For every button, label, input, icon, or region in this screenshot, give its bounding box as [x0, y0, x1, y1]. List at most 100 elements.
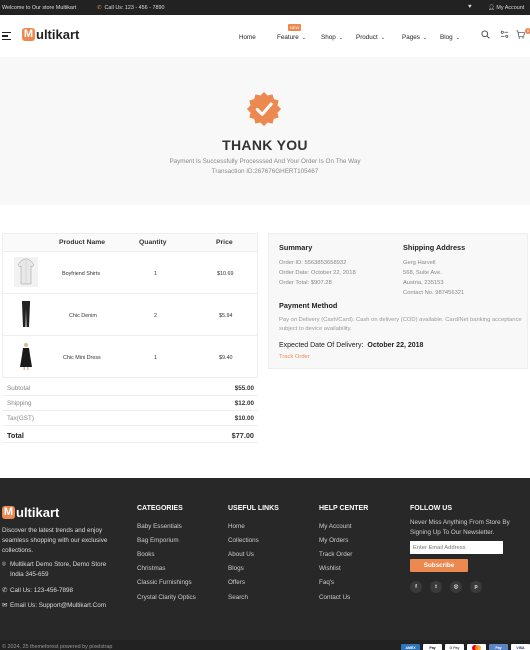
footer-help-link[interactable]: Faq's [319, 579, 334, 586]
mail-icon: ✉ [2, 602, 8, 609]
pinterest-icon[interactable]: p [470, 581, 482, 593]
nav-shop[interactable]: Shop ⌄ [321, 34, 343, 41]
instagram-icon[interactable]: ◎ [450, 581, 462, 593]
footer-useful-link[interactable]: Home [228, 523, 245, 530]
new-badge: NEW [288, 24, 302, 31]
apple-pay-icon: Pay [423, 644, 442, 650]
header: M ultikart Home NEW Feature ⌄ Shop ⌄ Produ… [0, 15, 530, 57]
footer-useful-link[interactable]: Blogs [228, 565, 244, 572]
footer-help-link[interactable]: My Account [319, 523, 352, 530]
payment-message: Payment Is Successfully Processsed And Y… [169, 158, 361, 165]
order-total: Order Total: $907.28 [279, 280, 332, 286]
shipping-row: Shipping $12.00 [2, 396, 258, 411]
address-name: Gerg Harvell [403, 260, 436, 266]
total-value: $77.00 [231, 431, 254, 440]
settings-icon[interactable] [500, 30, 509, 41]
nav-pages[interactable]: Pages ⌄ [402, 34, 427, 41]
tax-row: Tax(GST) $10.00 [2, 411, 258, 426]
chevron-down-icon: ⌄ [338, 35, 343, 41]
wishlist-heart-icon[interactable]: ♥ [468, 4, 472, 10]
footer-help-link[interactable]: My Orders [319, 537, 348, 544]
nav-blog[interactable]: Blog ⌄ [440, 34, 460, 41]
thank-you-title: THANK YOU [222, 137, 308, 153]
newsletter-email-input[interactable] [410, 541, 503, 554]
payment-method-text: Pay on Delivery (Cash/Card). Cash on del… [279, 317, 522, 332]
facebook-icon[interactable]: f [410, 581, 422, 593]
footer-category-link[interactable]: Baby Essentials [137, 523, 182, 530]
categories-title: CATEGORIES [137, 505, 183, 512]
expected-delivery-label: Expected Date Of Delivery: [279, 342, 364, 349]
table-row: Chic Denim 2 $5.94 [2, 294, 258, 336]
footer-useful-link[interactable]: Collections [228, 537, 259, 544]
footer-category-link[interactable]: Books [137, 551, 155, 558]
total-row: Total $77.00 [2, 428, 258, 443]
subtotal-value: $55.00 [234, 385, 254, 392]
top-bar: Welcome to Our store Multikart ✆ Call Us:… [0, 0, 530, 15]
nav-product[interactable]: Product ⌄ [356, 34, 385, 41]
footer-useful-link[interactable]: About Us [228, 551, 254, 558]
transaction-id: Transaction ID:267676GHERT105467 [211, 168, 319, 175]
footer: M ultikart Discover the latest trends an… [0, 478, 530, 650]
product-name[interactable]: Chic Denim [69, 313, 97, 319]
nav-shop-label: Shop [321, 34, 336, 41]
twitter-icon[interactable]: t [430, 581, 442, 593]
location-pin-icon: ⌾ [2, 561, 6, 568]
footer-phone: ✆ Call Us: 123-456-7898 [2, 586, 73, 596]
logo-mark[interactable]: M [22, 28, 35, 41]
footer-category-link[interactable]: Crystal Clarity Optics [137, 594, 196, 601]
nav-home[interactable]: Home [239, 34, 256, 41]
phone-icon: ✆ [97, 5, 102, 11]
table-row: Chic Mini Dress 1 $9.40 [2, 336, 258, 378]
visa-icon: VISA [511, 644, 530, 650]
nav-pages-label: Pages [402, 34, 420, 41]
footer-logo-text[interactable]: ultikart [16, 505, 59, 520]
nav-blog-label: Blog [440, 34, 453, 41]
footer-help-link[interactable]: Wishlist [319, 565, 341, 572]
chevron-down-icon: ⌄ [422, 35, 428, 41]
chevron-down-icon: ⌄ [455, 35, 460, 41]
newsletter-text: Never Miss Anything From Store By Signin… [410, 519, 510, 536]
footer-help-link[interactable]: Contact Us [319, 594, 350, 601]
nav-home-label: Home [239, 34, 256, 41]
track-order-link[interactable]: Track Order [279, 354, 310, 360]
product-qty: 1 [154, 271, 157, 277]
footer-category-link[interactable]: Christmas [137, 565, 165, 572]
menu-toggle-icon[interactable] [2, 32, 11, 42]
follow-us-title: FOLLOW US [410, 505, 452, 512]
my-account-link[interactable]: 👤︎ My Account [488, 5, 524, 11]
footer-logo-mark[interactable]: M [2, 506, 15, 519]
footer-useful-link[interactable]: Search [228, 594, 248, 601]
product-image[interactable] [14, 299, 38, 329]
amex-icon: AMEX [401, 644, 420, 650]
nav-feature[interactable]: Feature ⌄ [277, 34, 306, 41]
shipping-address-title: Shipping Address [403, 243, 466, 252]
search-icon[interactable] [481, 30, 490, 41]
subtotal-row: Subtotal $55.00 [2, 381, 258, 396]
footer-email[interactable]: ✉ Email Us: Support@Multikart.Com [2, 601, 106, 611]
footer-address: ⌾ Multikart Demo Store, Demo Store India … [2, 560, 106, 580]
product-name[interactable]: Chic Mini Dress [63, 355, 101, 361]
product-name[interactable]: Boyfriend Shirts [62, 271, 100, 277]
expected-delivery: Expected Date Of Delivery: October 22, 2… [279, 342, 423, 349]
footer-category-link[interactable]: Bag Emporium [137, 537, 179, 544]
footer-useful-link[interactable]: Offers [228, 579, 245, 586]
subscribe-button[interactable]: Subscribe [410, 559, 468, 572]
product-image[interactable] [14, 257, 38, 287]
product-qty: 2 [154, 313, 157, 319]
product-image[interactable] [14, 341, 38, 371]
nav-feature-label: Feature [277, 34, 299, 41]
cart-icon[interactable] [516, 30, 526, 41]
mastercard-icon [467, 644, 486, 650]
footer-category-link[interactable]: Classic Furnishings [137, 579, 192, 586]
welcome-text: Welcome to Our store Multikart [2, 5, 77, 11]
payment-method-title: Payment Method [279, 301, 338, 310]
products-table-header: Product Name Quantity Price [2, 233, 258, 252]
product-qty: 1 [154, 355, 157, 361]
logo-text[interactable]: ultikart [36, 27, 79, 42]
footer-help-link[interactable]: Track Order [319, 551, 352, 558]
useful-links-title: USEFUL LINKS [228, 505, 279, 512]
tax-label: Tax(GST) [7, 415, 34, 422]
product-price: $5.94 [219, 313, 233, 319]
col-price: Price [216, 239, 233, 246]
total-label: Total [7, 431, 24, 440]
